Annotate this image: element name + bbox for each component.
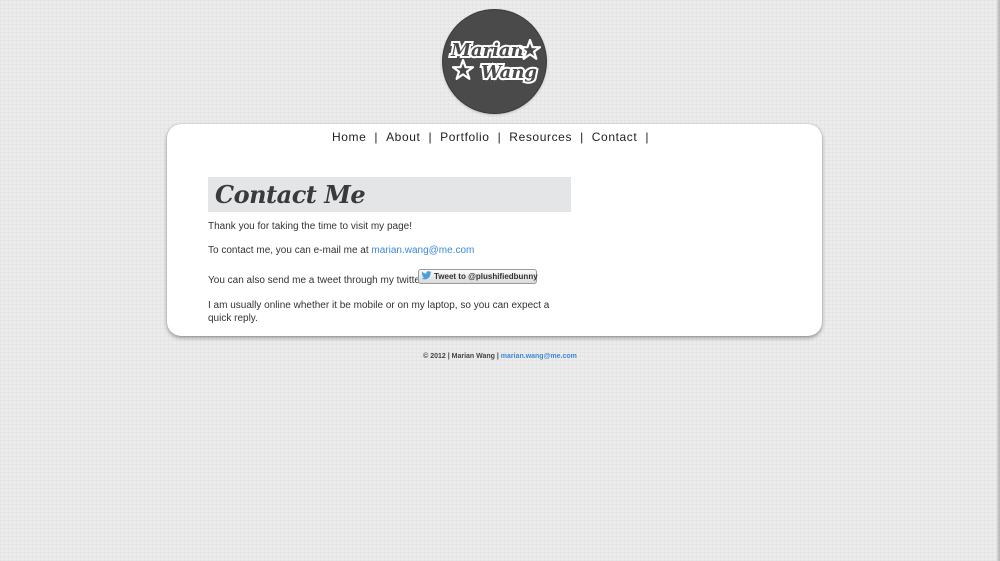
nav-about[interactable]: About	[386, 130, 420, 144]
star-icon	[451, 58, 475, 80]
footer-email-link[interactable]: marian.wang@me.com	[501, 353, 577, 360]
logo-line-2: Wang	[481, 62, 537, 83]
logo-line-1: Marian	[450, 40, 524, 61]
email-prefix: To contact me, you can e-mail me at	[208, 245, 372, 256]
twitter-bird-icon	[421, 271, 432, 280]
main-nav: Home | About | Portfolio | Resources | Contact |	[167, 130, 822, 144]
window-edge	[996, 0, 1000, 561]
nav-contact[interactable]: Contact	[592, 130, 638, 144]
tweet-button[interactable]: Tweet to @plushifiedbunny	[418, 269, 538, 284]
nav-home[interactable]: Home	[332, 130, 366, 144]
page-title: Contact Me	[215, 180, 366, 209]
nav-separator: |	[580, 130, 584, 144]
email-link[interactable]: marian.wang@me.com	[371, 245, 474, 256]
email-paragraph: To contact me, you can e-mail me at mari…	[208, 244, 474, 257]
nav-separator: |	[645, 130, 650, 144]
title-bar: Contact Me	[208, 177, 571, 212]
footer: © 2012 | Marian Wang | marian.wang@me.co…	[0, 353, 1000, 360]
nav-separator: |	[374, 130, 379, 144]
logo-graphic: Marian Wang	[448, 38, 542, 85]
tweet-button-label: Tweet to @plushifiedbunny	[434, 272, 538, 281]
logo[interactable]: Marian Wang	[443, 10, 546, 113]
twitter-text: You can also send me a tweet through my …	[208, 275, 427, 286]
content-card: Home | About | Portfolio | Resources | Contact | …	[167, 124, 822, 336]
nav-separator: |	[428, 130, 433, 144]
availability-text: I am usually online whether it be mobile…	[208, 300, 550, 324]
nav-portfolio[interactable]: Portfolio	[440, 130, 489, 144]
nav-resources[interactable]: Resources	[509, 130, 572, 144]
nav-separator: |	[497, 130, 502, 144]
footer-copyright: © 2012 | Marian Wang |	[423, 353, 501, 360]
intro-text: Thank you for taking the time to visit m…	[208, 221, 412, 232]
